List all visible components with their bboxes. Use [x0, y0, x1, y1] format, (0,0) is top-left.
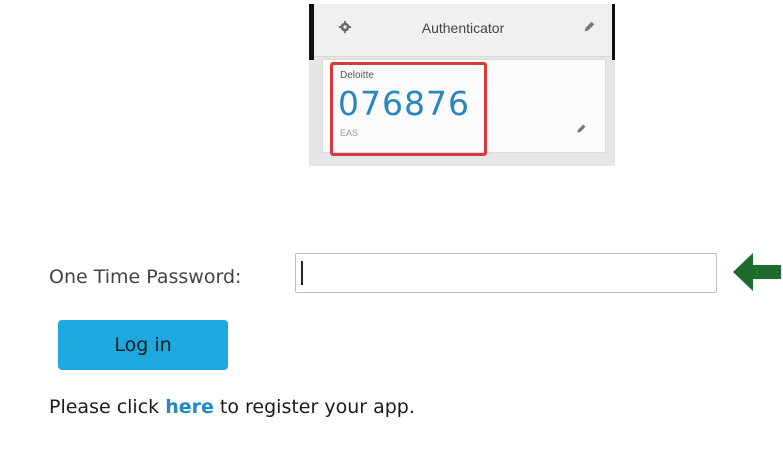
pencil-icon[interactable] [575, 123, 587, 135]
arrow-left-icon [733, 253, 781, 291]
window-edge-right [612, 4, 615, 60]
otp-label: One Time Password: [49, 266, 242, 288]
register-instruction: Please click here to register your app. [49, 396, 415, 418]
register-text-after: to register your app. [213, 396, 415, 418]
authenticator-title: Authenticator [421, 20, 505, 36]
code-highlight-box [330, 62, 487, 156]
login-button[interactable]: Log in [58, 320, 228, 370]
authenticator-screenshot: Authenticator Deloitte 076876 EAS [309, 4, 615, 166]
authenticator-header: Authenticator [314, 4, 612, 57]
text-cursor [301, 261, 303, 285]
account-card: Deloitte 076876 EAS [322, 59, 606, 156]
register-link[interactable]: here [165, 396, 214, 418]
otp-input[interactable] [295, 253, 717, 293]
register-text-before: Please click [49, 396, 166, 418]
pencil-icon[interactable] [582, 20, 596, 34]
